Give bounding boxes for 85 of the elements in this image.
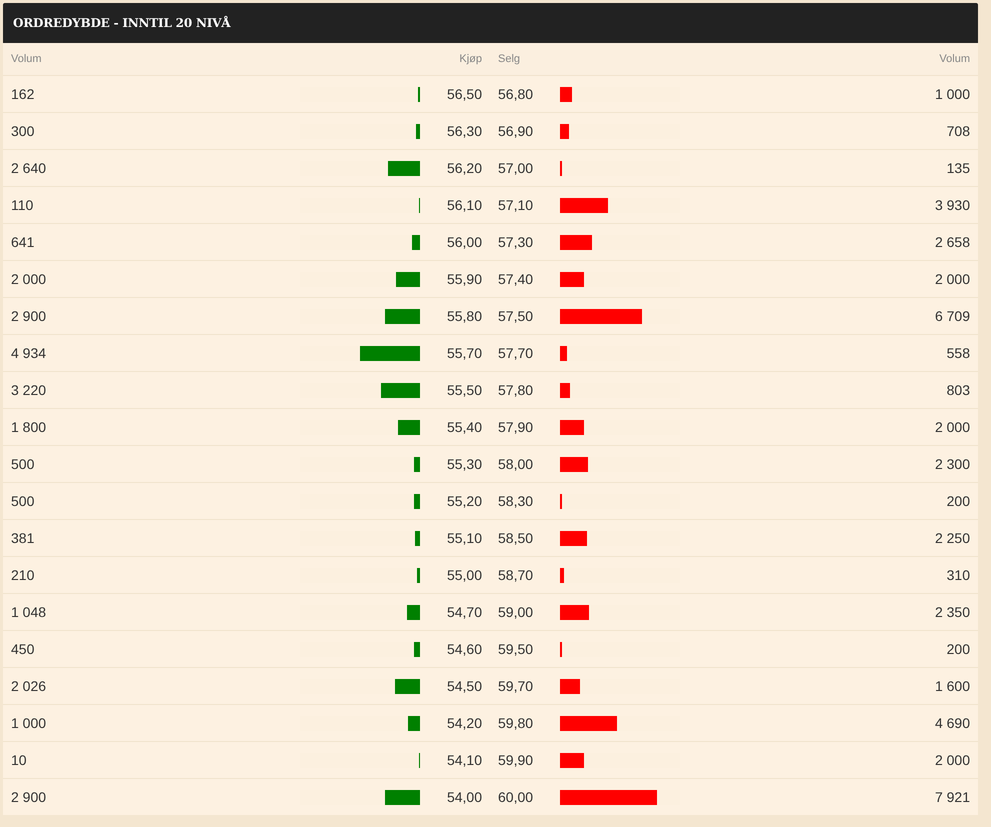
bid-volume: 4 934 — [11, 345, 46, 361]
bid-volume: 2 026 — [11, 678, 46, 694]
bid-volume: 1 000 — [11, 715, 46, 731]
ask-volume: 135 — [946, 160, 970, 176]
ask-volume: 200 — [946, 641, 970, 657]
column-header: Selg — [497, 53, 520, 65]
ask-price: 57,80 — [498, 382, 534, 398]
bid-price: 54,50 — [446, 678, 482, 694]
ask-volume: 4 690 — [934, 715, 970, 731]
ask-price: 59,00 — [498, 604, 534, 620]
bid-volume: 450 — [11, 641, 34, 657]
bid-volume: 500 — [11, 456, 34, 472]
bid-price: 55,30 — [446, 456, 482, 472]
bid-volume: 381 — [11, 530, 34, 546]
ask-volume: 3 930 — [934, 197, 970, 213]
bid-price: 56,00 — [446, 234, 482, 250]
bid-volume: 300 — [11, 123, 34, 139]
ask-volume: 558 — [946, 345, 970, 361]
bid-volume: 500 — [11, 493, 34, 509]
bid-price: 56,30 — [446, 123, 482, 139]
bid-volume: 1 800 — [11, 419, 46, 435]
bid-volume: 2 900 — [11, 308, 46, 324]
ask-price: 59,90 — [498, 752, 534, 768]
bid-volume: 10 — [11, 752, 27, 768]
ask-price: 57,30 — [498, 234, 534, 250]
column-header: Kjøp — [459, 53, 482, 65]
ask-price: 58,70 — [498, 567, 534, 583]
ask-volume: 7 921 — [934, 789, 970, 805]
ask-price: 57,00 — [498, 160, 534, 176]
ask-price: 59,50 — [498, 641, 534, 657]
bid-price: 54,10 — [446, 752, 482, 768]
bid-volume: 162 — [11, 86, 34, 102]
ask-price: 58,00 — [498, 456, 534, 472]
ask-volume: 1 000 — [934, 86, 970, 102]
bid-price: 56,50 — [446, 86, 482, 102]
ask-volume: 1 600 — [934, 678, 970, 694]
ask-price: 57,10 — [498, 197, 534, 213]
bid-volume: 2 640 — [11, 160, 46, 176]
ask-volume: 2 000 — [934, 752, 970, 768]
bid-price: 55,20 — [446, 493, 482, 509]
ask-volume: 2 000 — [934, 271, 970, 287]
bid-price: 55,90 — [446, 271, 482, 287]
bid-price: 55,10 — [446, 530, 482, 546]
bid-price: 55,70 — [446, 345, 482, 361]
ask-price: 57,90 — [498, 419, 534, 435]
bid-volume: 110 — [11, 197, 34, 213]
bid-price: 56,20 — [446, 160, 482, 176]
bid-volume: 2 900 — [11, 789, 46, 805]
bid-volume: 641 — [11, 234, 34, 250]
ask-volume: 2 350 — [934, 604, 970, 620]
ask-price: 57,70 — [498, 345, 534, 361]
ask-volume: 708 — [946, 123, 970, 139]
bid-price: 55,80 — [446, 308, 482, 324]
ask-volume: 310 — [946, 567, 970, 583]
bid-price: 56,10 — [446, 197, 482, 213]
ask-volume: 2 000 — [934, 419, 970, 435]
bid-volume: 1 048 — [11, 604, 46, 620]
bid-volume: 3 220 — [11, 382, 46, 398]
bid-price: 55,50 — [446, 382, 482, 398]
bid-price: 54,00 — [446, 789, 482, 805]
ask-price: 60,00 — [498, 789, 534, 805]
column-header: Volum — [939, 53, 970, 65]
ask-volume: 803 — [946, 382, 970, 398]
ask-price: 59,80 — [498, 715, 534, 731]
ask-price: 57,40 — [498, 271, 534, 287]
ask-volume: 2 300 — [934, 456, 970, 472]
ask-price: 58,50 — [498, 530, 534, 546]
bid-volume: 210 — [11, 567, 34, 583]
bid-price: 55,40 — [446, 419, 482, 435]
ask-price: 56,90 — [498, 123, 534, 139]
panel-title: ORDREDYBDE - INNTIL 20 NIVÅ — [13, 16, 230, 30]
bid-volume: 2 000 — [11, 271, 46, 287]
ask-price: 59,70 — [498, 678, 534, 694]
bid-price: 54,60 — [446, 641, 482, 657]
ask-price: 56,80 — [498, 86, 534, 102]
ask-price: 57,50 — [498, 308, 534, 324]
bid-price: 54,70 — [446, 604, 482, 620]
ask-volume: 6 709 — [934, 308, 970, 324]
ask-volume: 2 250 — [934, 530, 970, 546]
bid-price: 54,20 — [446, 715, 482, 731]
ask-price: 58,30 — [498, 493, 534, 509]
column-header: Volum — [11, 53, 42, 65]
bid-price: 55,00 — [446, 567, 482, 583]
ask-volume: 200 — [946, 493, 970, 509]
ask-volume: 2 658 — [934, 234, 970, 250]
